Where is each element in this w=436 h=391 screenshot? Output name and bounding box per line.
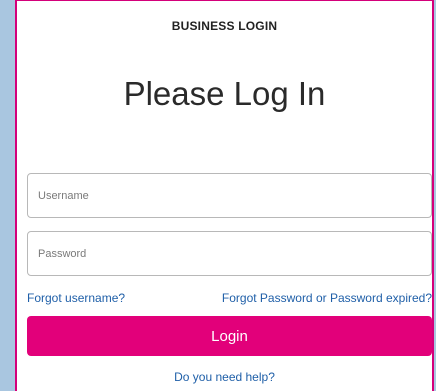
login-card: BUSINESS LOGIN Please Log In Forgot user… bbox=[15, 0, 434, 391]
help-link[interactable]: Do you need help? bbox=[17, 370, 432, 384]
password-input[interactable] bbox=[28, 232, 431, 275]
forgot-username-link[interactable]: Forgot username? bbox=[27, 291, 125, 305]
password-field[interactable] bbox=[27, 231, 432, 276]
header-title: BUSINESS LOGIN bbox=[171, 19, 278, 33]
username-field[interactable] bbox=[27, 173, 432, 218]
username-input[interactable] bbox=[28, 174, 431, 217]
forgot-password-link[interactable]: Forgot Password or Password expired? bbox=[222, 291, 432, 305]
page-title: Please Log In bbox=[123, 75, 326, 112]
login-button[interactable]: Login bbox=[27, 316, 432, 356]
